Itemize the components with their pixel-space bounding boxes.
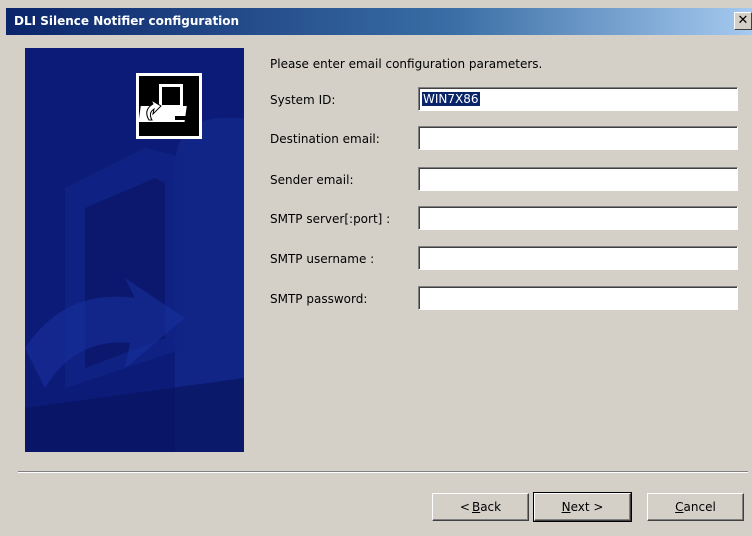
back-button-label: ack — [480, 500, 502, 514]
system-id-value: WIN7X86 — [422, 92, 480, 106]
smtp-server-label: SMTP server[:port] : — [270, 212, 391, 226]
back-button[interactable]: < Back — [432, 493, 529, 521]
window-title: DLI Silence Notifier configuration — [14, 14, 240, 28]
title-bar: DLI Silence Notifier configuration ✕ — [6, 8, 752, 35]
computer-arrow-logo-icon — [136, 73, 202, 139]
next-button-mnemonic: N — [561, 500, 571, 514]
footer-separator — [18, 471, 748, 473]
smtp-username-label: SMTP username : — [270, 252, 375, 266]
smtp-username-field[interactable] — [418, 246, 738, 270]
system-id-label: System ID: — [270, 93, 336, 107]
next-button[interactable]: Next > — [533, 492, 632, 522]
sender-email-field[interactable] — [418, 167, 738, 191]
cancel-button[interactable]: Cancel — [647, 493, 744, 521]
destination-email-label: Destination email: — [270, 132, 380, 146]
system-id-field[interactable]: WIN7X86 — [418, 87, 738, 111]
side-panel-art — [25, 118, 244, 452]
smtp-password-field[interactable] — [418, 286, 738, 310]
close-button[interactable]: ✕ — [734, 12, 752, 30]
back-button-mnemonic: B — [471, 500, 481, 514]
smtp-server-field[interactable] — [418, 206, 738, 230]
back-button-prefix: < — [459, 500, 470, 514]
cancel-button-mnemonic: C — [675, 500, 684, 514]
sender-email-label: Sender email: — [270, 173, 354, 187]
intro-text: Please enter email configuration paramet… — [270, 57, 543, 71]
close-icon: ✕ — [737, 13, 749, 28]
destination-email-field[interactable] — [418, 126, 738, 150]
smtp-password-label: SMTP password: — [270, 292, 368, 306]
cancel-button-label: ancel — [683, 500, 716, 514]
next-button-label: ext > — [570, 500, 604, 514]
wizard-dialog: Please enter email configuration paramet… — [6, 35, 752, 536]
wizard-side-panel — [25, 48, 244, 452]
